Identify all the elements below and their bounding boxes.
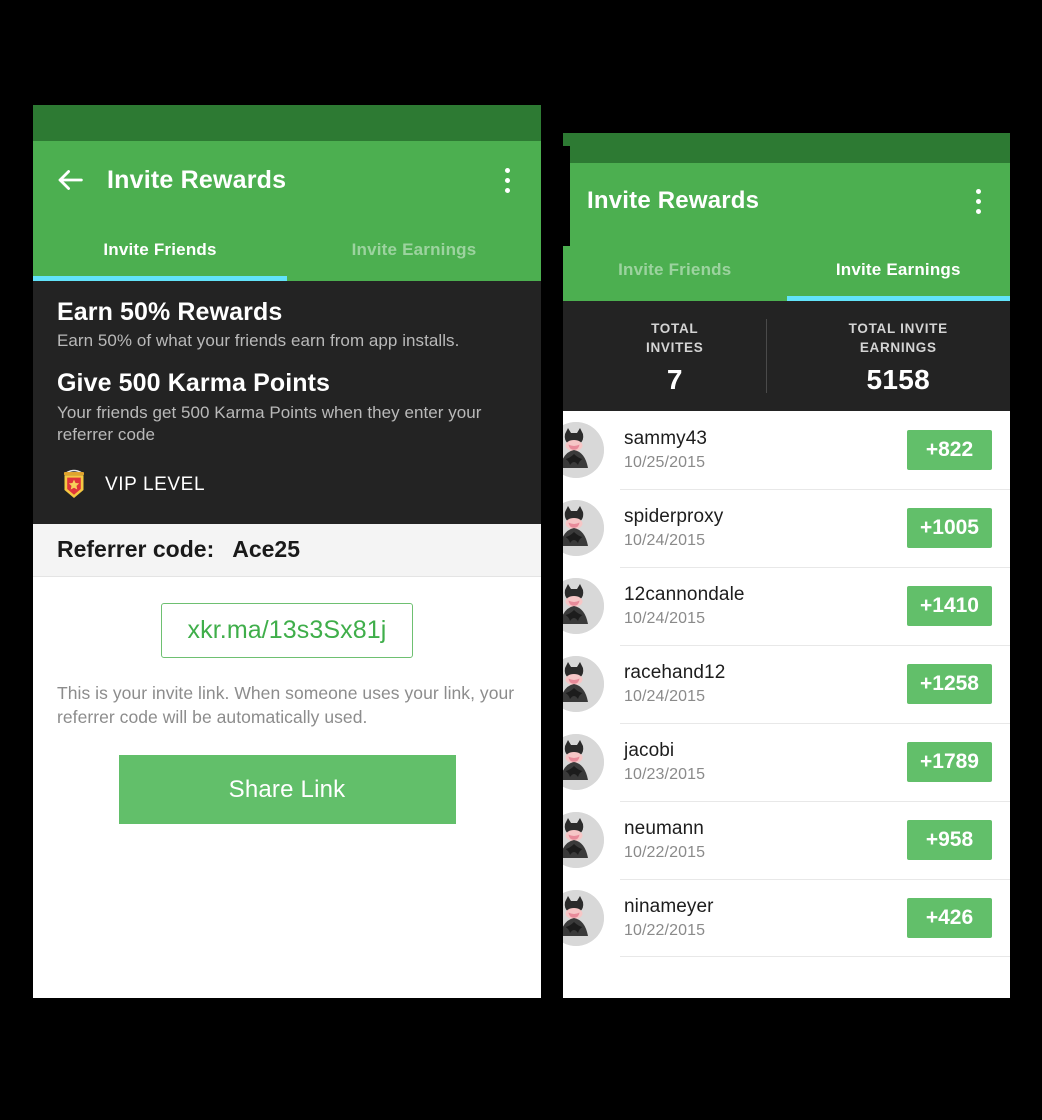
stat-label-line1: TOTAL INVITE xyxy=(848,321,948,337)
arrow-left-icon[interactable] xyxy=(53,163,87,197)
invite-link-note: This is your invite link. When someone u… xyxy=(57,683,515,727)
tab-bar: Invite Friends Invite Earnings xyxy=(33,219,541,281)
earnings-date: 10/23/2015 xyxy=(624,765,706,783)
earnings-row-meta: spiderproxy 10/24/2015 xyxy=(604,506,907,550)
referrer-code-row: Referrer code: Ace25 xyxy=(33,523,541,577)
earnings-row[interactable]: racehand12 10/24/2015 +1258 xyxy=(563,645,1010,723)
earnings-username: racehand12 xyxy=(624,662,726,684)
stat-label-line1: TOTAL xyxy=(651,321,699,337)
batman-avatar-icon xyxy=(563,734,604,790)
earnings-amount-badge: +1789 xyxy=(907,742,992,782)
stat-value: 7 xyxy=(666,363,683,395)
share-link-button[interactable]: Share Link xyxy=(118,755,456,825)
tab-label: Invite Friends xyxy=(618,260,732,279)
stat-total-invite-earnings: TOTAL INVITE EARNINGS 5158 xyxy=(787,301,1011,411)
status-bar xyxy=(33,105,541,141)
earnings-amount-badge: +1410 xyxy=(907,586,992,626)
frame-notch xyxy=(563,146,570,246)
earnings-amount-badge: +426 xyxy=(907,898,992,938)
batman-avatar-icon xyxy=(563,422,604,478)
earnings-row-meta: ninameyer 10/22/2015 xyxy=(604,896,907,940)
earnings-amount-badge: +1005 xyxy=(907,508,992,548)
earnings-username: sammy43 xyxy=(624,428,708,450)
batman-avatar-icon xyxy=(563,812,604,868)
earnings-row-meta: sammy43 10/25/2015 xyxy=(604,428,907,472)
status-bar xyxy=(563,133,1010,163)
earnings-amount-badge: +822 xyxy=(907,430,992,470)
phone-screen-invite-earnings: Invite Rewards Invite Friends Invite Ear… xyxy=(563,133,1010,998)
earnings-row[interactable]: sammy43 10/25/2015 +822 xyxy=(563,411,1010,489)
earnings-username: neumann xyxy=(624,818,704,840)
tab-invite-friends[interactable]: Invite Friends xyxy=(563,239,787,301)
stats-bar: TOTAL INVITES 7 TOTAL INVITE EARNINGS 51… xyxy=(563,301,1010,411)
batman-avatar-icon xyxy=(563,500,604,556)
earnings-date: 10/22/2015 xyxy=(624,921,706,939)
overflow-menu-icon[interactable] xyxy=(495,165,519,195)
tab-invite-earnings[interactable]: Invite Earnings xyxy=(287,219,541,281)
vip-badge-icon xyxy=(57,468,91,502)
promo-body-earn: Earn 50% of what your friends earn from … xyxy=(57,331,460,351)
earnings-row[interactable]: 12cannondale 10/24/2015 +1410 xyxy=(563,567,1010,645)
page-title: Invite Rewards xyxy=(587,187,760,214)
tab-invite-earnings[interactable]: Invite Earnings xyxy=(786,239,1011,301)
promo-heading-karma: Give 500 Karma Points xyxy=(57,369,331,398)
vip-level-row[interactable]: VIP LEVEL xyxy=(57,468,517,502)
earnings-row-meta: 12cannondale 10/24/2015 xyxy=(604,584,907,628)
batman-avatar-icon xyxy=(563,890,604,946)
earnings-username: jacobi xyxy=(624,740,675,762)
earnings-date: 10/24/2015 xyxy=(624,609,706,627)
earnings-amount-badge: +1258 xyxy=(907,664,992,704)
vip-level-label: VIP LEVEL xyxy=(105,473,206,495)
earnings-date: 10/25/2015 xyxy=(624,453,706,471)
invite-link-area: xkr.ma/13s3Sx81j This is your invite lin… xyxy=(33,576,541,730)
earnings-username: ninameyer xyxy=(624,896,714,918)
earnings-list: sammy43 10/25/2015 +822 spiderproxy 10/24/2… xyxy=(563,411,1010,957)
earnings-row[interactable]: jacobi 10/23/2015 +1789 xyxy=(563,723,1010,801)
overflow-menu-icon[interactable] xyxy=(966,186,990,216)
tab-label: Invite Earnings xyxy=(835,260,961,279)
tab-label: Invite Earnings xyxy=(351,240,477,259)
earnings-username: 12cannondale xyxy=(624,584,745,606)
promo-panel: Earn 50% Rewards Earn 50% of what your f… xyxy=(33,281,541,524)
earnings-amount-badge: +958 xyxy=(907,820,992,860)
earnings-row[interactable]: ninameyer 10/22/2015 +426 xyxy=(563,879,1010,957)
earnings-row-meta: neumann 10/22/2015 xyxy=(604,818,907,862)
promo-body-karma: Your friends get 500 Karma Points when t… xyxy=(57,402,482,444)
stat-label: TOTAL INVITE EARNINGS xyxy=(849,320,948,356)
earnings-row-meta: racehand12 10/24/2015 xyxy=(604,662,907,706)
stat-total-invites: TOTAL INVITES 7 xyxy=(563,301,787,411)
stats-divider xyxy=(766,319,767,393)
stat-label-line2: EARNINGS xyxy=(859,339,937,355)
screenshot-stage: Invite Rewards Invite Friends Invite Ear… xyxy=(0,0,1042,1120)
stat-label-line2: INVITES xyxy=(646,339,704,355)
earnings-date: 10/24/2015 xyxy=(624,531,706,549)
earnings-row[interactable]: neumann 10/22/2015 +958 xyxy=(563,801,1010,879)
earnings-row-meta: jacobi 10/23/2015 xyxy=(604,740,907,784)
earnings-username: spiderproxy xyxy=(624,506,724,528)
tab-label: Invite Friends xyxy=(103,240,217,259)
tab-bar: Invite Friends Invite Earnings xyxy=(563,239,1010,301)
earnings-date: 10/22/2015 xyxy=(624,843,706,861)
tab-invite-friends[interactable]: Invite Friends xyxy=(33,219,287,281)
page-title: Invite Rewards xyxy=(107,165,287,194)
batman-avatar-icon xyxy=(563,656,604,712)
referrer-code-value: Ace25 xyxy=(232,535,301,562)
phone-screen-invite-friends: Invite Rewards Invite Friends Invite Ear… xyxy=(33,105,541,998)
batman-avatar-icon xyxy=(563,578,604,634)
app-bar: Invite Rewards xyxy=(563,163,1010,239)
stat-value: 5158 xyxy=(866,363,930,395)
invite-link-box[interactable]: xkr.ma/13s3Sx81j xyxy=(160,602,414,659)
promo-heading-earn: Earn 50% Rewards xyxy=(57,298,283,326)
referrer-code-label: Referrer code: xyxy=(57,535,215,562)
stat-label: TOTAL INVITES xyxy=(646,320,703,356)
earnings-date: 10/24/2015 xyxy=(624,687,706,705)
share-button-wrapper: Share Link xyxy=(33,729,541,825)
app-bar: Invite Rewards xyxy=(33,141,541,219)
earnings-row[interactable]: spiderproxy 10/24/2015 +1005 xyxy=(563,489,1010,567)
